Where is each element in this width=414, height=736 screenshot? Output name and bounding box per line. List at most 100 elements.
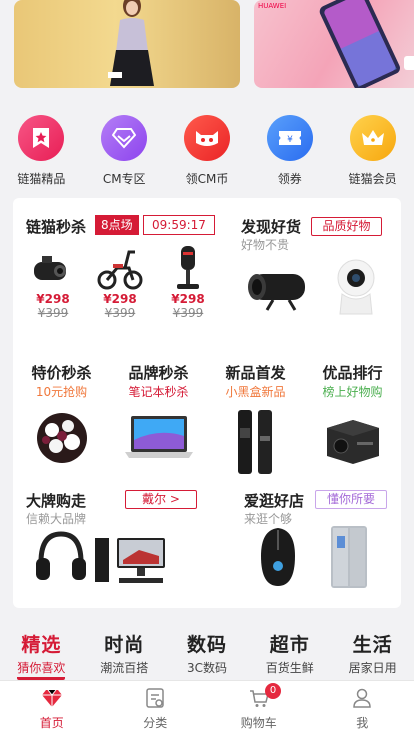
channel-title: 精选 (21, 634, 62, 656)
gaming-mouse-image[interactable] (257, 526, 299, 588)
item-old-price: ¥399 (37, 306, 69, 320)
dashcam-image (28, 244, 78, 292)
channel-title: 超市 (269, 634, 310, 656)
projector-image[interactable] (243, 260, 311, 316)
good-shop-title[interactable]: 爱逛好店 (244, 490, 304, 511)
item-price: ¥298 (36, 292, 70, 306)
feature-title: 特价秒杀 (31, 364, 92, 382)
countdown-timer: 09:59:17 (143, 215, 215, 235)
channel-tab-supermarket[interactable]: 超市 百货生鲜 (248, 630, 331, 680)
feature-subtitle: 小黑盒新品 (225, 385, 286, 399)
yen-ticket-icon: ¥ (266, 115, 313, 161)
discover-title[interactable]: 发现好货 (241, 216, 301, 237)
category-label: 链猫会员 (348, 172, 397, 186)
category-membership[interactable]: 链猫会员 (331, 112, 414, 188)
brand-purchase-subtitle: 信赖大品牌 (26, 512, 87, 526)
banner-brand: HUAWEI (258, 2, 287, 10)
nav-label: 分类 (143, 716, 168, 730)
category-label: 领券 (277, 172, 302, 186)
discover-subtitle: 好物不贵 (241, 238, 290, 252)
projector-box-image (321, 412, 385, 470)
promo-card: 链猫秒杀 8点场 09:59:17 ¥298 ¥399 ¥298 ¥399 ¥2… (13, 198, 401, 608)
feature-title: 品牌秒杀 (128, 364, 189, 382)
nav-cart[interactable]: 0 购物车 (207, 681, 311, 736)
ebike-image (95, 244, 145, 292)
item-old-price: ¥399 (172, 306, 204, 320)
camera-image[interactable] (328, 254, 384, 320)
channel-subtitle: 百货生鲜 (265, 661, 314, 675)
channel-subtitle: 潮流百搭 (100, 661, 149, 675)
nav-label: 首页 (39, 716, 64, 730)
nav-label: 购物车 (240, 716, 277, 730)
channel-subtitle: 3C数码 (186, 661, 227, 675)
cat-face-icon (183, 115, 230, 161)
model-photo (108, 0, 154, 86)
crown-icon (349, 115, 396, 161)
channel-tab-fashion[interactable]: 时尚 潮流百搭 (83, 630, 166, 680)
feature-new-arrival[interactable]: 新品首发 小黑盒新品 (207, 362, 304, 476)
category-label: 领CM币 (185, 172, 229, 186)
item-price: ¥298 (171, 292, 205, 306)
nav-label: 我 (356, 716, 369, 730)
fruit-plate-image (34, 408, 90, 468)
category-coupons[interactable]: ¥ 领券 (248, 112, 331, 188)
user-icon (353, 688, 372, 708)
flash-item-microphone[interactable]: ¥298 ¥399 (158, 244, 218, 320)
feature-ranking[interactable]: 优品排行 榜上好物购 (304, 362, 401, 470)
good-shop-subtitle: 来逛个够 (244, 512, 293, 526)
desktop-pc-image[interactable] (93, 534, 169, 588)
item-price: ¥298 (103, 292, 137, 306)
brand-purchase-title[interactable]: 大牌购走 (26, 490, 86, 511)
phone-photo (319, 0, 400, 88)
banner-phone[interactable]: HUAWEI (254, 0, 414, 88)
banner-fashion[interactable] (14, 0, 240, 88)
channel-tab-featured[interactable]: 精选 猜你喜欢 (0, 630, 83, 680)
channel-title: 时尚 (104, 634, 145, 656)
headphones-image[interactable] (33, 528, 89, 588)
channel-title: 生活 (352, 634, 393, 656)
channel-tab-life[interactable]: 生活 居家日用 (331, 630, 414, 680)
nav-category[interactable]: 分类 (104, 681, 208, 736)
list-document-icon (146, 688, 164, 708)
refrigerator-image[interactable] (329, 524, 369, 590)
bottom-nav: 首页 分类 0 购物车 我 (0, 680, 414, 736)
channel-title: 数码 (186, 634, 227, 656)
svg-text:¥: ¥ (287, 135, 293, 145)
channel-subtitle: 居家日用 (348, 661, 397, 675)
category-row: 链猫精品 CM专区 领CM币 ¥ 领券 链猫会员 (0, 112, 414, 188)
diamond-icon (101, 115, 148, 161)
category-label: CM专区 (102, 172, 146, 186)
channel-tabs: 精选 猜你喜欢 时尚 潮流百搭 数码 3C数码 超市 百货生鲜 生活 居家日用 (0, 630, 414, 680)
category-lianmao-select[interactable]: 链猫精品 (0, 112, 83, 188)
door-lock-image (226, 408, 286, 476)
channel-subtitle: 猜你喜欢 (17, 659, 66, 680)
feature-brand-sale[interactable]: 品牌秒杀 笔记本秒杀 (110, 362, 207, 468)
feature-special-sale[interactable]: 特价秒杀 10元抢购 (13, 362, 110, 468)
flash-sale-title[interactable]: 链猫秒杀 (26, 216, 86, 237)
feature-subtitle: 榜上好物购 (322, 385, 383, 399)
good-shop-tag[interactable]: 懂你所要 (315, 490, 387, 509)
nav-me[interactable]: 我 (311, 681, 414, 736)
banner-carousel[interactable]: HUAWEI (0, 0, 414, 100)
flash-item-dashcam[interactable]: ¥298 ¥399 (23, 244, 83, 320)
feature-title: 优品排行 (322, 364, 383, 382)
laptop-image (121, 410, 197, 468)
page: { "categories": [ {"label": "链猫精品", "ico… (0, 0, 414, 736)
cart-count-badge: 0 (265, 683, 281, 699)
discover-tag[interactable]: 品质好物 (311, 217, 382, 236)
diamond-home-icon (41, 689, 62, 707)
category-cm-zone[interactable]: CM专区 (83, 112, 166, 188)
flash-item-ebike[interactable]: ¥298 ¥399 (90, 244, 150, 320)
nav-home[interactable]: 首页 (0, 681, 104, 736)
feature-subtitle: 10元抢购 (35, 385, 88, 399)
feature-title: 新品首发 (225, 364, 286, 382)
price-tag (404, 56, 414, 70)
category-cm-coin[interactable]: 领CM币 (166, 112, 249, 188)
star-ribbon-icon (18, 115, 65, 161)
brand-tag[interactable]: 戴尔 > (125, 490, 197, 509)
session-badge: 8点场 (95, 215, 139, 235)
microphone-image (163, 244, 213, 292)
channel-tab-digital[interactable]: 数码 3C数码 (166, 630, 249, 680)
feature-subtitle: 笔记本秒杀 (128, 385, 189, 399)
item-old-price: ¥399 (104, 306, 136, 320)
